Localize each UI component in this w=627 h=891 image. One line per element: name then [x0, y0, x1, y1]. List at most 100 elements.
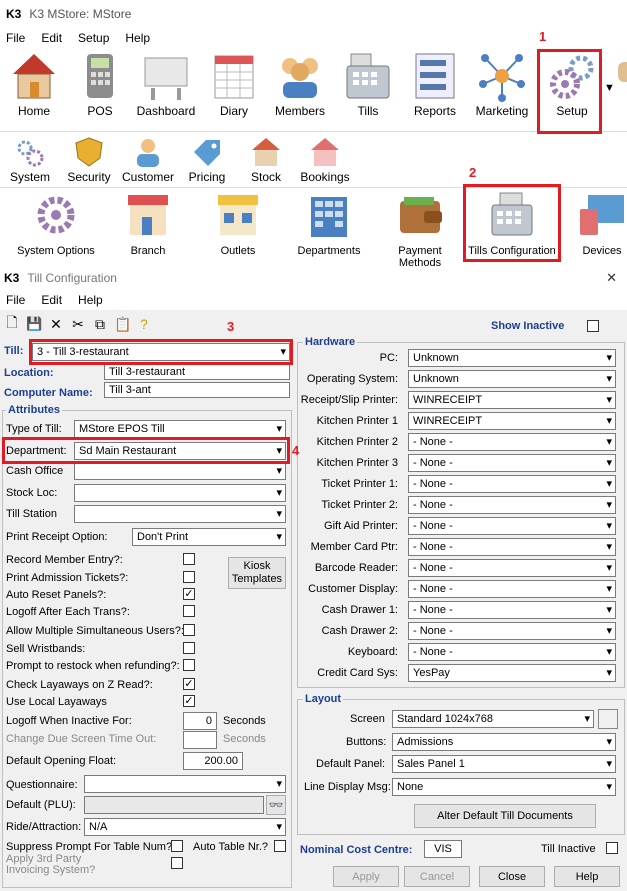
menu-help[interactable]: Help [125, 31, 150, 45]
default-panel-select[interactable]: Sales Panel 1 [392, 755, 616, 773]
subribbon-bookings[interactable]: Bookings [298, 136, 352, 184]
hardware-label: Cash Drawer 2: [321, 625, 398, 637]
hardware-select[interactable]: YesPay [408, 664, 616, 682]
buttons-select[interactable]: Admissions [392, 733, 616, 751]
dialog-menu-edit[interactable]: Edit [41, 293, 62, 307]
menu-setup[interactable]: Setup [78, 31, 109, 45]
menu-edit[interactable]: Edit [41, 31, 62, 45]
binoculars-icon[interactable]: 👓 [266, 795, 286, 815]
print-receipt-select[interactable]: Don't Print [132, 528, 286, 546]
logoff-inactive-field[interactable]: 0 [183, 712, 217, 730]
hardware-select[interactable]: Unknown [408, 370, 616, 388]
subribbon-departments[interactable]: Departments [296, 189, 362, 257]
hardware-select[interactable]: - None - [408, 601, 616, 619]
alter-default-till-documents-button[interactable]: Alter Default Till Documents [414, 804, 596, 828]
devices-icon [576, 191, 627, 239]
marketing-icon [477, 50, 527, 102]
check-layaways-checkbox[interactable]: ✓ [183, 678, 195, 690]
subribbon-devices[interactable]: Devices [574, 189, 627, 257]
subribbon-stock[interactable]: Stock [248, 136, 284, 184]
hardware-select[interactable]: - None - [408, 538, 616, 556]
help-button[interactable]: Help [554, 866, 620, 887]
nominal-cost-centre-field[interactable]: VIS [424, 840, 462, 858]
logoff-after-trans-checkbox[interactable] [183, 605, 195, 617]
change-due-field[interactable] [183, 731, 217, 749]
close-button[interactable]: Close [479, 866, 545, 887]
print-admission-tickets-checkbox[interactable] [183, 571, 195, 583]
setup-dropdown-arrow-icon[interactable]: ▼ [604, 82, 615, 94]
subribbon-system-options[interactable]: System Options [14, 189, 98, 257]
subribbon-payment-methods[interactable]: Payment Methods [376, 189, 464, 269]
hardware-select[interactable]: - None - [408, 475, 616, 493]
subribbon-pricing[interactable]: Pricing [184, 136, 230, 184]
ride-attraction-select[interactable]: N/A [84, 818, 286, 836]
location-field[interactable]: Till 3-restaurant [104, 364, 290, 380]
auto-reset-panels-checkbox[interactable]: ✓ [183, 588, 195, 600]
help-icon[interactable]: ? [136, 316, 152, 332]
ribbon-tills[interactable]: Tills [336, 50, 400, 130]
ribbon-marketing[interactable]: Marketing [470, 50, 534, 130]
new-icon[interactable]: 🗋 [4, 312, 20, 336]
hardware-select[interactable]: WINRECEIPT [408, 412, 616, 430]
ribbon-pos[interactable]: POS [68, 50, 132, 130]
hardware-select[interactable]: WINRECEIPT [408, 391, 616, 409]
cancel-button[interactable]: Cancel [404, 866, 470, 887]
till-inactive-checkbox[interactable] [606, 842, 618, 854]
cash-office-select[interactable] [74, 462, 286, 480]
kiosk-templates-button[interactable]: Kiosk Templates [228, 557, 286, 589]
hardware-select[interactable]: - None - [408, 517, 616, 535]
type-of-till-select[interactable]: MStore EPOS Till [74, 420, 286, 438]
subribbon-stock-label: Stock [250, 170, 281, 184]
check-label-6: Prompt to restock when refunding?: [6, 660, 180, 672]
hardware-select[interactable]: - None - [408, 622, 616, 640]
subribbon-system[interactable]: System [8, 136, 52, 184]
ribbon-dashboard[interactable]: Dashboard [134, 50, 198, 130]
ribbon-reports[interactable]: Reports [403, 50, 467, 130]
copy-icon[interactable]: ⧉ [92, 316, 108, 333]
record-member-entry-checkbox[interactable] [183, 553, 195, 565]
hardware-select[interactable]: - None - [408, 496, 616, 514]
computer-name-field[interactable]: Till 3-ant [104, 382, 290, 398]
multiple-users-checkbox[interactable] [183, 624, 195, 636]
hardware-select[interactable]: - None - [408, 433, 616, 451]
line-display-select[interactable]: None [392, 778, 616, 796]
suppress-prompt-checkbox[interactable] [171, 840, 183, 852]
hardware-select[interactable]: - None - [408, 559, 616, 577]
delete-icon[interactable]: ✕ [48, 316, 64, 333]
stock-loc-select[interactable] [74, 484, 286, 502]
cut-icon[interactable]: ✂ [70, 316, 86, 333]
menu-file[interactable]: File [6, 31, 25, 45]
diary-icon [209, 50, 259, 102]
opening-float-field[interactable]: 200.00 [183, 752, 243, 770]
paste-icon[interactable]: 📋 [114, 316, 131, 333]
prompt-restock-checkbox[interactable] [183, 659, 195, 671]
hardware-select[interactable]: - None - [408, 454, 616, 472]
dialog-menu-file[interactable]: File [6, 293, 25, 307]
screen-color-swatch[interactable] [598, 709, 618, 729]
branch-shop-icon [122, 191, 174, 239]
show-inactive-label: Show Inactive [491, 320, 565, 332]
ribbon-diary[interactable]: Diary [202, 50, 266, 130]
hardware-select[interactable]: - None - [408, 580, 616, 598]
screen-select[interactable]: Standard 1024x768 [392, 710, 594, 728]
ribbon-home[interactable]: Home [2, 50, 66, 130]
use-local-layaways-checkbox[interactable]: ✓ [183, 695, 195, 707]
hardware-select[interactable]: - None - [408, 643, 616, 661]
subribbon-security[interactable]: Security [64, 136, 114, 184]
subribbon-customer[interactable]: Customer [120, 136, 176, 184]
auto-table-checkbox[interactable] [274, 840, 286, 852]
show-inactive-checkbox[interactable] [587, 320, 599, 332]
save-icon[interactable]: 💾 [26, 316, 42, 332]
subribbon-outlets[interactable]: Outlets [210, 189, 266, 257]
apply-button[interactable]: Apply [333, 866, 399, 887]
dialog-menu-help[interactable]: Help [78, 293, 103, 307]
sell-wristbands-checkbox[interactable] [183, 642, 195, 654]
check-label-8: Use Local Layaways [6, 696, 107, 708]
questionnaire-select[interactable] [84, 775, 286, 793]
till-station-select[interactable] [74, 505, 286, 523]
hardware-select[interactable]: Unknown [408, 349, 616, 367]
ribbon-members[interactable]: Members [268, 50, 332, 130]
close-icon[interactable]: ✕ [606, 270, 617, 286]
subribbon-branch[interactable]: Branch [120, 189, 176, 257]
apply-3rd-party-checkbox[interactable] [171, 857, 183, 869]
